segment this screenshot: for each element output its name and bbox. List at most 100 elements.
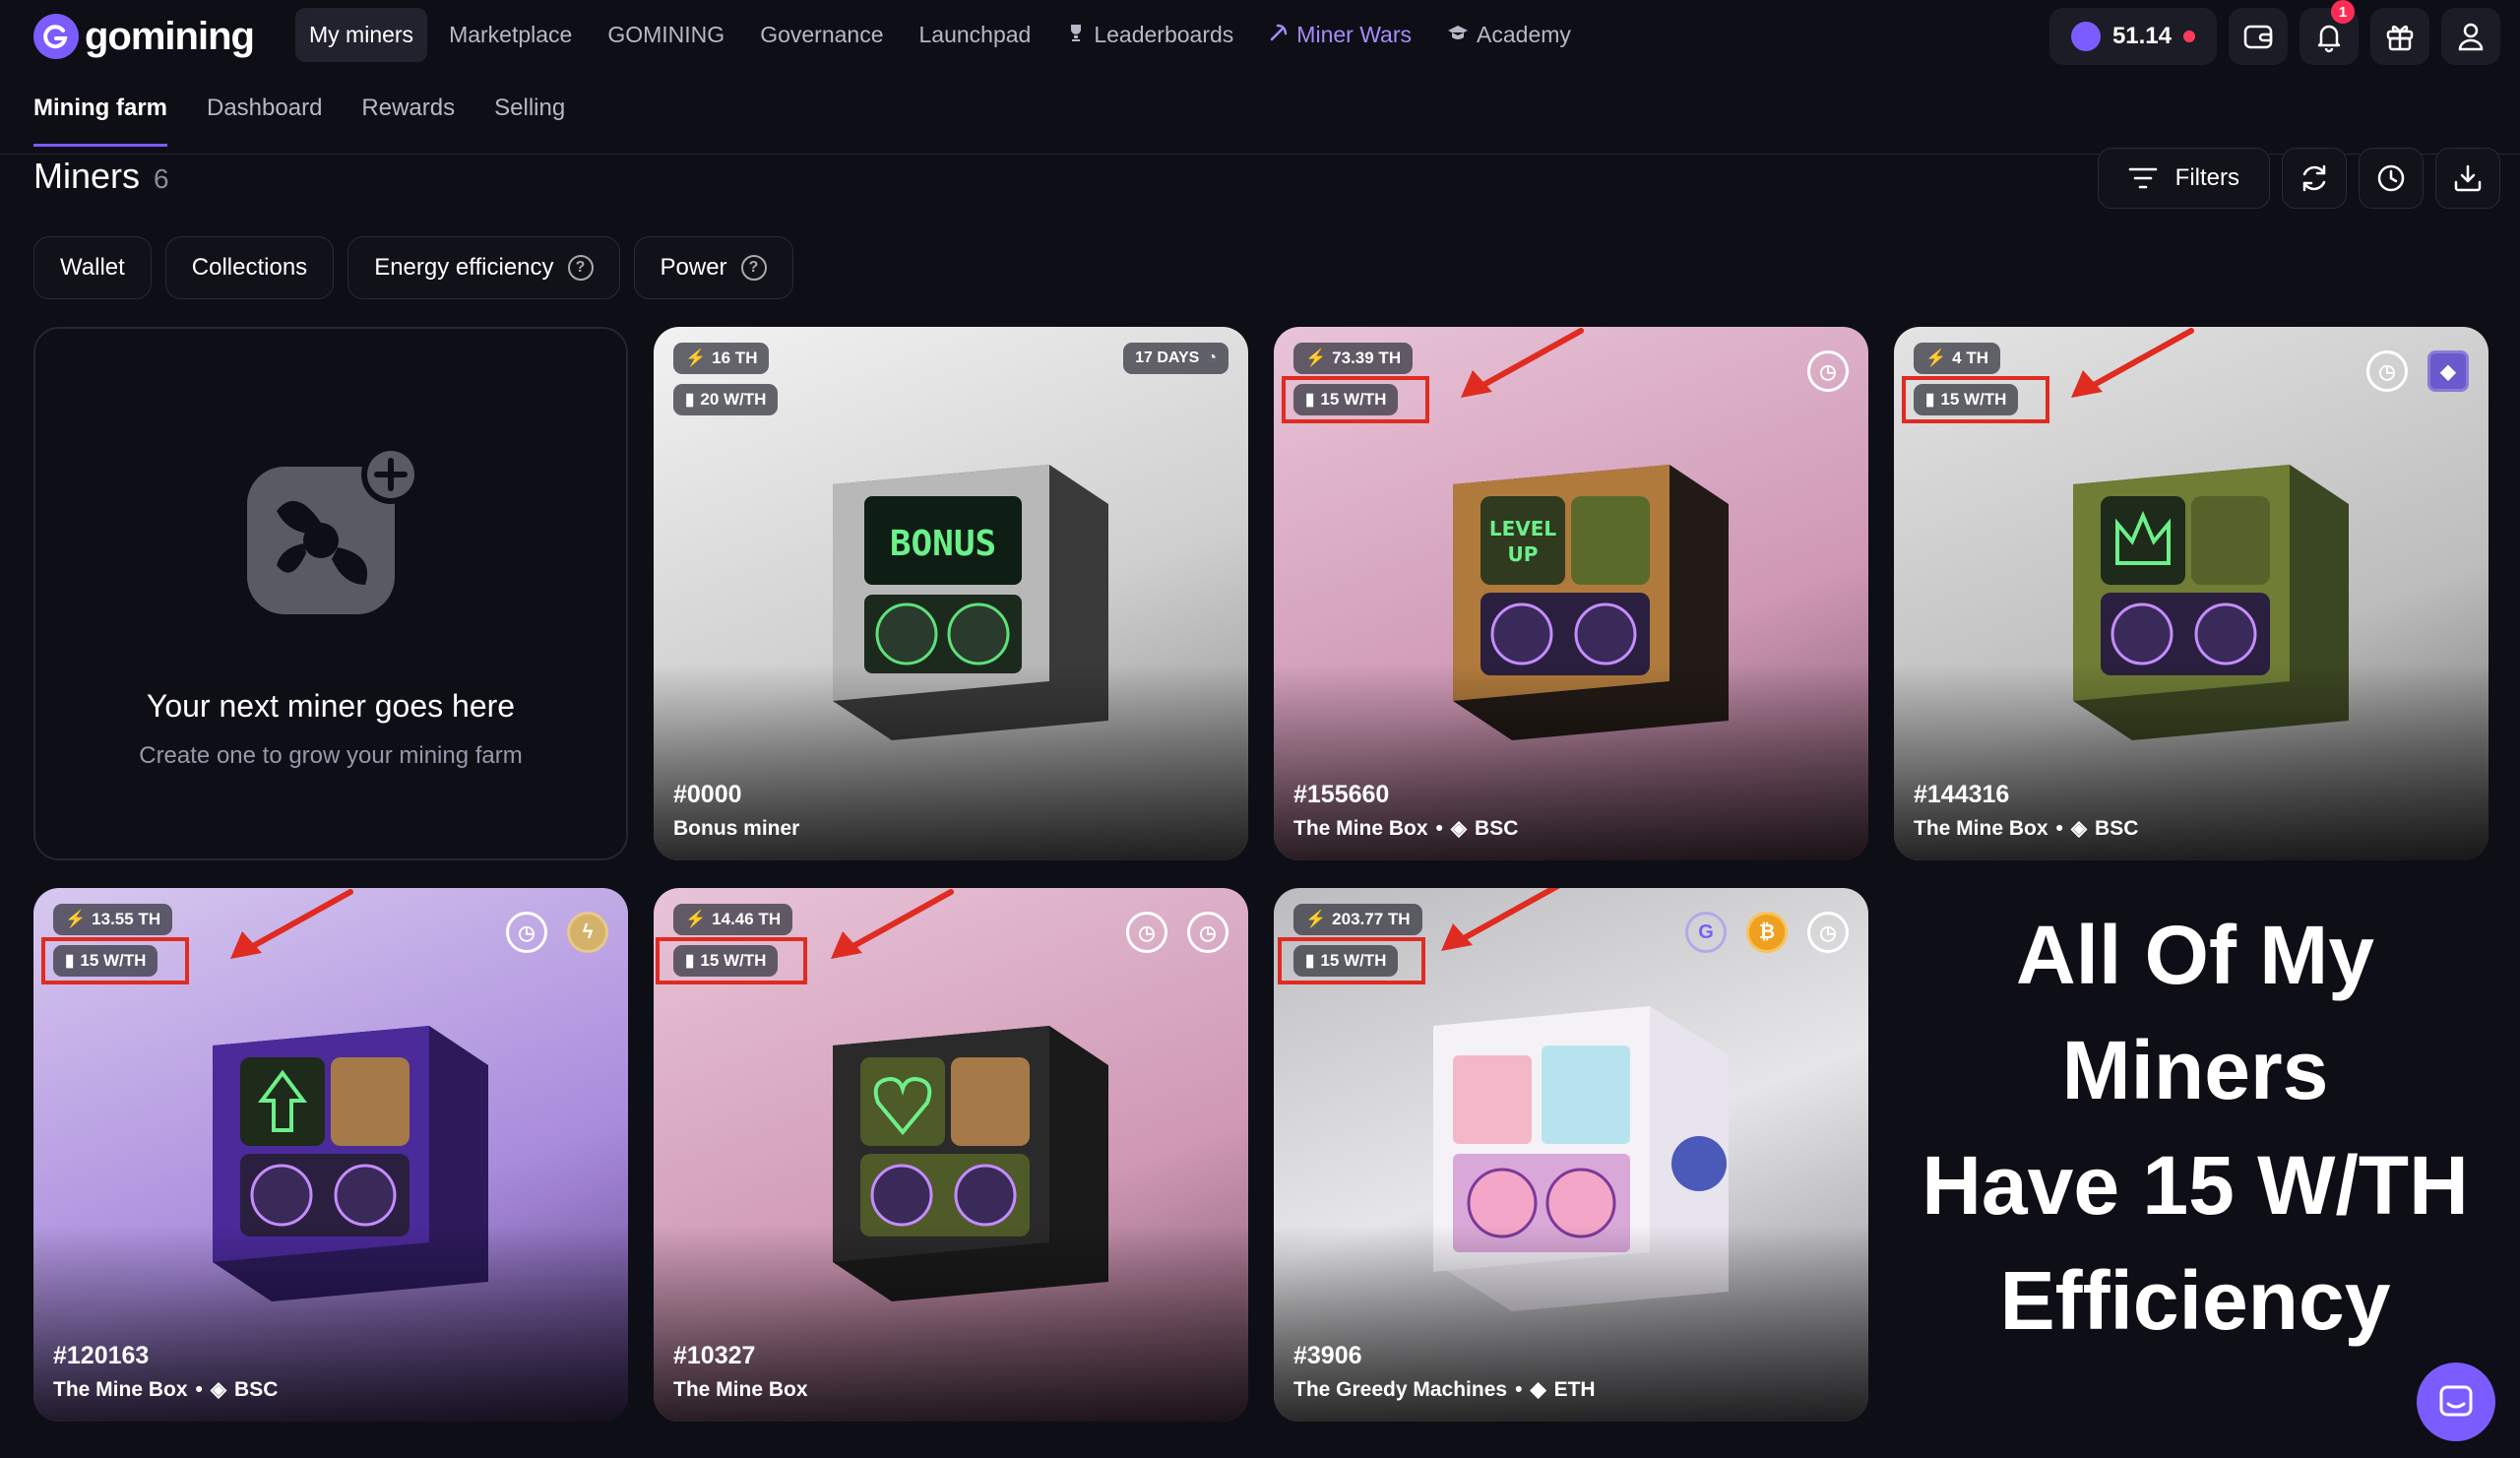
- arrow-annotation: [2071, 328, 2194, 398]
- refresh-button[interactable]: [2282, 148, 2347, 209]
- bolt-icon: ⚡: [1305, 910, 1327, 928]
- tab-dashboard[interactable]: Dashboard: [207, 95, 322, 147]
- filter-icon: [2128, 167, 2157, 189]
- miner-card[interactable]: LEVEL UP ⚡ 73.39 TH ▮ 15 W/TH ◷ #155660 Th…: [1274, 327, 1868, 860]
- efficiency-value: 20 W/TH: [700, 390, 767, 409]
- nav-governance[interactable]: Governance: [746, 8, 897, 62]
- arrow-annotation: [230, 889, 353, 959]
- timer-icon[interactable]: ◷: [1807, 912, 1849, 953]
- efficiency-badge: ▮ 20 W/TH: [673, 384, 779, 415]
- hashrate-badge: ⚡ 13.55 TH: [53, 904, 173, 935]
- nav-gomining[interactable]: GOMINING: [594, 8, 738, 62]
- card-icons: ◷: [1807, 350, 1849, 392]
- chip-power[interactable]: Power?: [633, 236, 793, 299]
- gift-button[interactable]: [2370, 8, 2429, 65]
- help-icon[interactable]: ?: [740, 255, 767, 281]
- lightning-coin-icon[interactable]: ϟ: [567, 912, 608, 953]
- nav-leaderboards[interactable]: Leaderboards: [1052, 8, 1247, 62]
- bolt-icon: ⚡: [1305, 349, 1327, 367]
- miner-id: #3906: [1293, 1342, 1362, 1369]
- balance-pill[interactable]: 51.14: [2048, 8, 2217, 65]
- miner-card[interactable]: ⚡ 13.55 TH ▮ 15 W/TH ◷ ϟ #120163 The Mine B…: [33, 888, 628, 1422]
- logo-text: gomining: [85, 14, 255, 58]
- empty-card-title: Your next miner goes here: [146, 688, 516, 724]
- nav-launchpad[interactable]: Launchpad: [906, 8, 1045, 62]
- hashrate-value: 4 TH: [1952, 349, 1989, 367]
- cube-icon[interactable]: ◆: [2427, 350, 2469, 392]
- notifications-button[interactable]: 1: [2300, 0, 2359, 65]
- tab-rewards[interactable]: Rewards: [361, 95, 455, 147]
- chat-icon: [2439, 1385, 2473, 1417]
- nav-academy[interactable]: Academy: [1433, 8, 1585, 62]
- chain-name: ETH: [1553, 1377, 1596, 1401]
- filters-label: Filters: [2174, 164, 2239, 191]
- miner-id: #0000: [673, 781, 742, 808]
- miner-card[interactable]: ⚡ 203.77 TH ▮ 15 W/TH G ₿ ◷ #3906 The Greedy…: [1274, 888, 1868, 1422]
- status-dot: [2183, 31, 2195, 42]
- plug-icon: ▮: [685, 390, 695, 409]
- bell-icon: [2317, 25, 2341, 53]
- download-button[interactable]: [2435, 148, 2500, 209]
- tab-mining-farm[interactable]: Mining farm: [33, 95, 167, 147]
- separator: •: [195, 1377, 203, 1401]
- card-icons: ◷ ϟ: [506, 912, 608, 953]
- annotation-line: Have 15 W/TH: [1922, 1139, 2469, 1232]
- timer-icon[interactable]: ◷: [506, 912, 547, 953]
- tab-selling[interactable]: Selling: [494, 95, 565, 147]
- add-miner-card[interactable]: Your next miner goes here Create one to …: [33, 327, 628, 860]
- nav-marketplace[interactable]: Marketplace: [435, 8, 586, 62]
- nav-label: Marketplace: [449, 22, 573, 47]
- timer-icon[interactable]: ◷: [1187, 912, 1228, 953]
- timer-icon[interactable]: ◷: [2366, 350, 2408, 392]
- days-value: 17 DAYS: [1135, 349, 1200, 366]
- miners-heading: Miners 6: [33, 156, 169, 197]
- miner-id: #144316: [1914, 781, 2010, 808]
- gomining-coin-icon: [2070, 22, 2101, 51]
- separator: •: [1515, 1377, 1523, 1401]
- miner-card[interactable]: ⚡ 4 TH ▮ 15 W/TH ◷ ◆ #144316 The Mine Box • ◈…: [1894, 327, 2488, 860]
- nav-label: Governance: [760, 22, 884, 47]
- miner-collection: The Mine Box • ◈ BSC: [1914, 816, 2138, 841]
- miner-collection: The Mine Box • ◈ BSC: [53, 1377, 278, 1402]
- main-nav: My miners Marketplace GOMINING Governanc…: [295, 8, 1585, 62]
- nav-my-miners[interactable]: My miners: [295, 8, 428, 62]
- top-navigation-bar: gomining My miners Marketplace GOMINING …: [0, 0, 2520, 75]
- collection-name: The Mine Box: [1914, 816, 2048, 840]
- chip-energy-efficiency[interactable]: Energy efficiency?: [347, 236, 620, 299]
- highlight-box: [656, 937, 807, 984]
- wallet-button[interactable]: [2229, 8, 2288, 65]
- profile-button[interactable]: [2441, 8, 2500, 65]
- bolt-icon: ⚡: [65, 910, 87, 928]
- miner-card[interactable]: BONUS ⚡ 16 TH ▮ 20 W/TH 17 DAYS ◔ #0000 Bon…: [654, 327, 1248, 860]
- history-button[interactable]: [2359, 148, 2424, 209]
- chip-wallet[interactable]: Wallet: [33, 236, 152, 299]
- support-chat-button[interactable]: [2417, 1363, 2495, 1441]
- chip-label: Power: [660, 254, 727, 281]
- annotation-line: All Of My: [2015, 909, 2374, 1001]
- hashrate-value: 14.46 TH: [712, 910, 782, 928]
- download-icon: [2454, 164, 2482, 192]
- filters-button[interactable]: Filters: [2097, 148, 2270, 209]
- fan-plus-icon: [237, 437, 424, 629]
- bitcoin-icon[interactable]: ₿: [1746, 912, 1788, 953]
- miner-collection: The Mine Box • ◈ BSC: [1293, 816, 1518, 841]
- refresh-icon: [2302, 164, 2326, 192]
- gomining-logo[interactable]: gomining: [33, 14, 255, 59]
- chip-label: Wallet: [60, 254, 125, 281]
- gomining-coin-icon[interactable]: G: [1685, 912, 1727, 953]
- miner-id: #155660: [1293, 781, 1390, 808]
- empty-card-subtitle: Create one to grow your mining farm: [139, 742, 523, 769]
- hashrate-badge: ⚡ 16 TH: [673, 343, 770, 374]
- pickaxe-icon: [1269, 23, 1289, 48]
- chip-collections[interactable]: Collections: [164, 236, 335, 299]
- trophy-icon: [1066, 23, 1086, 48]
- timer-icon[interactable]: ◷: [1126, 912, 1167, 953]
- chain-icon: ◈: [210, 1378, 227, 1401]
- nav-label: Academy: [1477, 22, 1571, 47]
- help-icon[interactable]: ?: [567, 255, 594, 281]
- nav-miner-wars[interactable]: Miner Wars: [1255, 8, 1425, 62]
- timer-icon[interactable]: ◷: [1807, 350, 1849, 392]
- hashrate-badge: ⚡ 73.39 TH: [1293, 343, 1414, 374]
- miner-card[interactable]: ⚡ 14.46 TH ▮ 15 W/TH ◷ ◷ #10327 The Mine Bo…: [654, 888, 1248, 1422]
- nav-label: Leaderboards: [1094, 22, 1234, 47]
